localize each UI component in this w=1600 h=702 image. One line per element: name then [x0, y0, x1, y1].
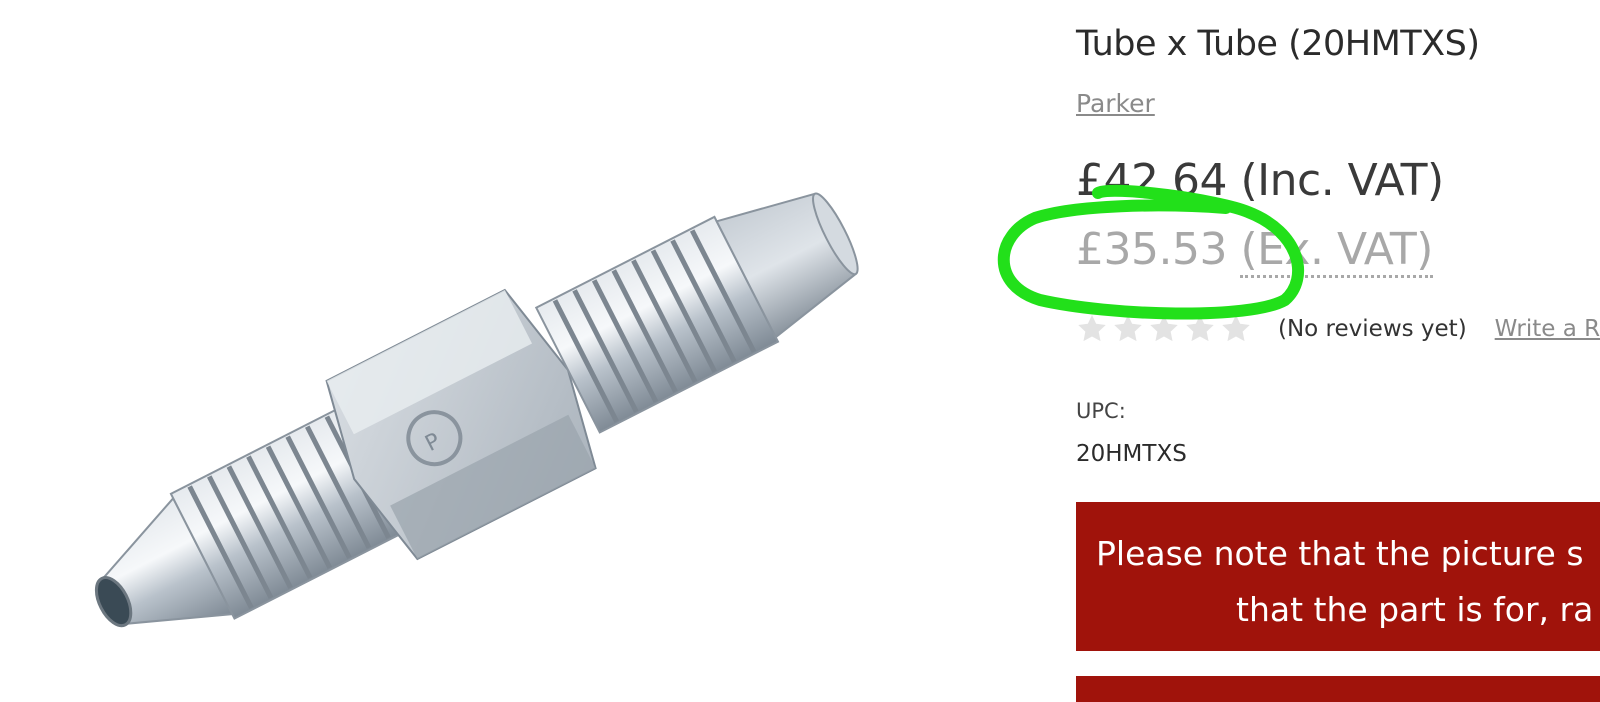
product-page: P Tube x Tube (20HMTXS) Parker £42.64 (I…: [0, 0, 1600, 702]
star-icon: [1150, 315, 1178, 342]
star-icon: [1078, 315, 1106, 342]
rating-stars: [1076, 313, 1252, 345]
upc-label: UPC:: [1076, 399, 1126, 423]
star-icon: [1222, 315, 1250, 342]
price-inc-vat: £42.64 (Inc. VAT): [1076, 155, 1444, 206]
price-inc-label: (Inc. VAT): [1240, 155, 1444, 206]
star-icon: [1186, 315, 1214, 342]
notice-line-1: Please note that the picture s: [1096, 534, 1584, 573]
no-reviews-text: (No reviews yet): [1278, 316, 1467, 342]
upc-value: 20HMTXS: [1076, 441, 1187, 467]
price-ex-value: £35.53: [1076, 224, 1227, 275]
brand-link[interactable]: Parker: [1076, 89, 1155, 118]
price-inc-value: £42.64: [1076, 155, 1227, 206]
product-image[interactable]: P: [0, 0, 1000, 702]
notice-line-2: that the part is for, ra: [1236, 590, 1594, 629]
star-icon: [1114, 315, 1142, 342]
write-review-link[interactable]: Write a Review: [1495, 316, 1600, 342]
product-details: Tube x Tube (20HMTXS) Parker £42.64 (Inc…: [1076, 0, 1600, 702]
product-title: Tube x Tube (20HMTXS): [1076, 24, 1480, 64]
rating-row: (No reviews yet) Write a Review: [1076, 313, 1600, 345]
second-notice-banner: [1076, 676, 1600, 702]
price-ex-label: (Ex. VAT): [1240, 224, 1433, 278]
price-ex-vat: £35.53 (Ex. VAT): [1076, 224, 1433, 278]
picture-notice-banner: Please note that the picture s that the …: [1076, 502, 1600, 651]
